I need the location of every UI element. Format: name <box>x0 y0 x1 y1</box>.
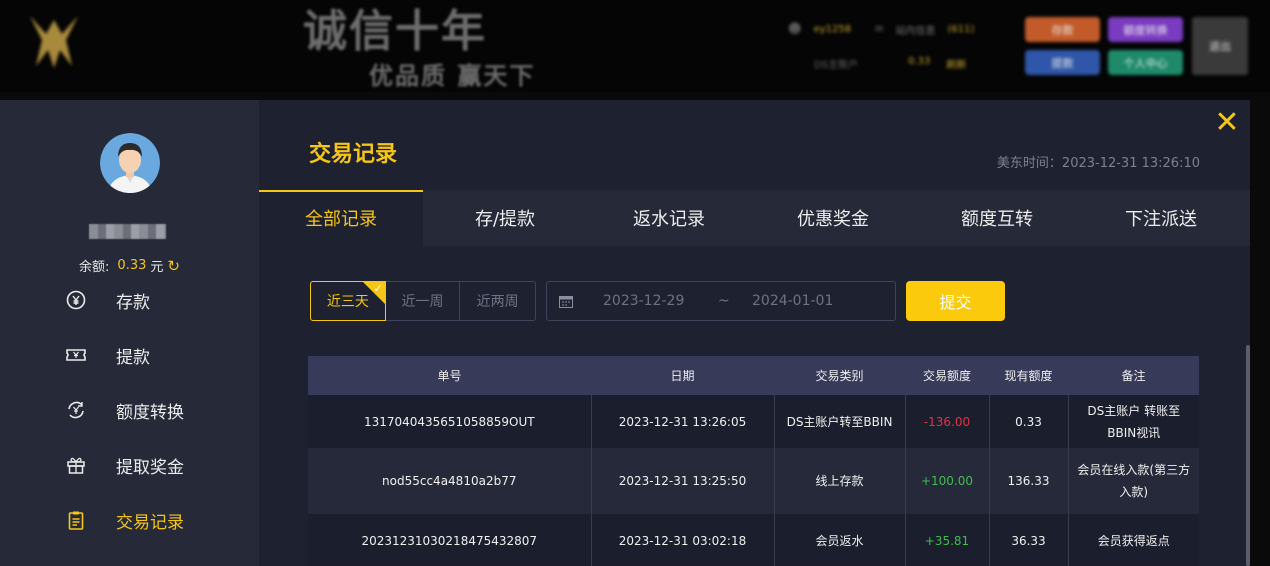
date-range-presets: 近三天 ✓ 近一周 近两周 <box>310 281 536 321</box>
site-slogan: 诚信十年 优品质 赢天下 <box>303 6 533 90</box>
end-date-input[interactable]: 2024-01-01 <box>752 293 833 309</box>
cell-order-id: 20231231030218475432807 <box>308 514 592 566</box>
site-logo <box>22 10 86 72</box>
col-note: 备注 <box>1068 356 1199 395</box>
cell-type: 线上存款 <box>774 448 906 514</box>
table-row: 20231231030218475432807 2023-12-31 03:02… <box>308 514 1199 566</box>
col-amount: 交易额度 <box>905 356 989 395</box>
sidebar: 余额: 0.33 元 ↻ 存款 提款 额度转换 提取奖金 交易记录 <box>0 100 259 566</box>
table-header-row: 单号 日期 交易类别 交易额度 现有额度 备注 <box>308 356 1199 395</box>
check-icon: ✓ <box>362 282 385 304</box>
account-modal: 余额: 0.33 元 ↻ 存款 提款 额度转换 提取奖金 交易记录 交易记录 美… <box>0 100 1250 566</box>
header-username: ey1258 <box>813 24 852 35</box>
clipboard-icon <box>66 510 86 530</box>
records-table: 单号 日期 交易类别 交易额度 现有额度 备注 1317040435651058… <box>308 356 1199 566</box>
tab-deposit-withdraw[interactable]: 存/提款 <box>423 190 587 246</box>
header-user-info: ☻ ey1258 ✉ 站内信息 (611) DS主账户 0.33 刷新 <box>788 18 1028 78</box>
et-time-label: 美东时间： <box>996 156 1062 171</box>
site-header: 诚信十年 优品质 赢天下 ☻ ey1258 ✉ 站内信息 (611) DS主账户… <box>0 0 1270 92</box>
balance-unit: 元 <box>150 260 164 275</box>
col-date: 日期 <box>591 356 774 395</box>
cell-type: 会员返水 <box>774 514 906 566</box>
cell-date: 2023-12-31 03:02:18 <box>591 514 775 566</box>
cell-note: DS主账户 转账至 BBIN视讯 <box>1068 395 1199 448</box>
header-messages-label[interactable]: 站内信息 <box>895 22 935 37</box>
slogan-main: 诚信十年 <box>303 6 487 57</box>
user-icon: ☻ <box>788 22 802 37</box>
sidebar-item-records[interactable]: 交易记录 <box>66 505 184 535</box>
slogan-sub: 优品质 赢天下 <box>369 61 536 90</box>
balance-label: 余额: <box>79 260 110 275</box>
username-masked <box>89 224 166 239</box>
tab-bet-payouts[interactable]: 下注派送 <box>1079 190 1243 246</box>
sidebar-item-transfer[interactable]: 额度转换 <box>66 395 184 425</box>
table-row: 1317040435651058859OUT 2023-12-31 13:26:… <box>308 395 1199 448</box>
page-title: 交易记录 <box>309 142 398 167</box>
close-icon[interactable]: ✕ <box>1212 108 1242 138</box>
cell-type: DS主账户转至BBIN <box>774 395 906 448</box>
cell-amount: +35.81 <box>905 514 990 566</box>
scrollbar[interactable] <box>1246 345 1250 566</box>
date-range-picker: 2023-12-29 ~ 2024-01-01 <box>546 281 896 321</box>
header-messages-count: (611) <box>947 24 975 35</box>
range-3-days[interactable]: 近三天 ✓ <box>310 281 386 321</box>
header-transfer-button[interactable]: 额度转换 <box>1108 17 1183 42</box>
et-time: 美东时间：2023-12-31 13:26:10 <box>997 152 1200 171</box>
cell-balance: 136.33 <box>989 448 1069 514</box>
header-logout-button[interactable]: 退出 <box>1192 17 1248 75</box>
submit-button[interactable]: 提交 <box>906 281 1005 321</box>
cell-note: 会员获得返点 <box>1068 514 1199 566</box>
col-type: 交易类别 <box>774 356 905 395</box>
balance-amount: 0.33 <box>117 258 147 273</box>
calendar-icon <box>559 295 573 308</box>
sidebar-item-label: 交易记录 <box>116 512 184 533</box>
tab-promotions[interactable]: 优惠奖金 <box>751 190 915 246</box>
cell-amount: +100.00 <box>905 448 990 514</box>
cell-order-id: 1317040435651058859OUT <box>308 395 592 448</box>
header-ds-account-label: DS主账户 <box>814 60 859 71</box>
ticket-icon <box>66 345 86 365</box>
range-2-weeks[interactable]: 近两周 <box>460 282 535 320</box>
et-time-value: 2023-12-31 13:26:10 <box>1061 156 1200 171</box>
sidebar-item-withdraw[interactable]: 提款 <box>66 340 150 370</box>
check-mark: ✓ <box>373 282 383 295</box>
sidebar-item-label: 额度转换 <box>116 402 184 423</box>
cell-amount: -136.00 <box>905 395 990 448</box>
avatar <box>100 133 160 193</box>
header-withdraw-button[interactable]: 提款 <box>1025 50 1100 75</box>
record-tabs: 全部记录 存/提款 返水记录 优惠奖金 额度互转 下注派送 <box>259 190 1250 246</box>
sidebar-item-deposit[interactable]: 存款 <box>66 285 150 315</box>
cell-date: 2023-12-31 13:25:50 <box>591 448 775 514</box>
cell-date: 2023-12-31 13:26:05 <box>591 395 775 448</box>
col-balance: 现有额度 <box>989 356 1068 395</box>
table-row: nod55cc4a4810a2b77 2023-12-31 13:25:50 线… <box>308 448 1199 514</box>
sidebar-item-bonus[interactable]: 提取奖金 <box>66 450 184 480</box>
transfer-yen-icon <box>66 400 86 420</box>
range-1-week[interactable]: 近一周 <box>386 282 461 320</box>
tab-all[interactable]: 全部记录 <box>259 190 423 246</box>
cell-balance: 0.33 <box>989 395 1069 448</box>
header-ds-refresh[interactable]: 刷新 <box>946 56 966 71</box>
gift-icon <box>66 455 86 475</box>
header-deposit-button[interactable]: 存款 <box>1025 17 1100 42</box>
records-panel: 交易记录 美东时间：2023-12-31 13:26:10 ✕ 全部记录 存/提… <box>259 100 1250 566</box>
date-separator: ~ <box>718 293 730 309</box>
start-date-input[interactable]: 2023-12-29 <box>603 293 693 309</box>
sidebar-item-label: 存款 <box>116 292 150 313</box>
col-order-id: 单号 <box>308 356 591 395</box>
cell-note: 会员在线入款(第三方入款) <box>1068 448 1199 514</box>
header-personal-button[interactable]: 个人中心 <box>1108 50 1183 75</box>
cell-order-id: nod55cc4a4810a2b77 <box>308 448 592 514</box>
header-ds-account-amount: 0.33 <box>908 56 931 67</box>
tab-rebate[interactable]: 返水记录 <box>587 190 751 246</box>
mail-icon: ✉ <box>875 24 884 35</box>
sidebar-item-label: 提款 <box>116 347 150 368</box>
sidebar-item-label: 提取奖金 <box>116 457 184 478</box>
cell-balance: 36.33 <box>989 514 1069 566</box>
refresh-icon[interactable]: ↻ <box>167 257 180 275</box>
tab-transfers[interactable]: 额度互转 <box>915 190 1079 246</box>
balance: 余额: 0.33 元 ↻ <box>0 256 259 276</box>
yen-circle-icon <box>66 290 86 310</box>
